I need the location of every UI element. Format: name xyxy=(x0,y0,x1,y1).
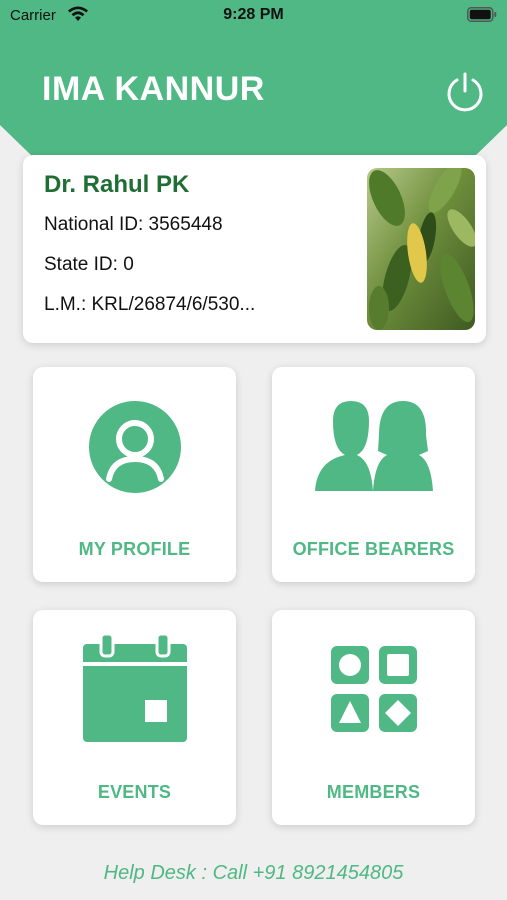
events-label: EVENTS xyxy=(97,782,172,802)
my-profile-tile[interactable]: MY PROFILE xyxy=(33,367,236,582)
calendar-icon xyxy=(82,632,187,742)
app-screen: Carrier 9:28 PM IMA KANNUR Dr. Rahul PK … xyxy=(0,0,507,900)
doctor-name: Dr. Rahul PK xyxy=(44,171,190,198)
national-id: National ID: 3565448 xyxy=(44,214,223,235)
people-icon xyxy=(314,401,433,491)
state-id: State ID: 0 xyxy=(44,254,134,275)
help-desk-link[interactable]: Help Desk : Call +91 8921454805 xyxy=(0,862,507,885)
office-bearers-tile[interactable]: OFFICE BEARERS xyxy=(272,367,475,582)
profile-card[interactable]: Dr. Rahul PK National ID: 3565448 State … xyxy=(23,155,486,343)
members-label: MEMBERS xyxy=(326,782,421,802)
status-bar: Carrier 9:28 PM xyxy=(0,0,507,32)
events-tile[interactable]: EVENTS xyxy=(33,610,236,825)
app-title: IMA KANNUR xyxy=(42,70,265,108)
power-icon xyxy=(447,72,483,112)
lm-number: L.M.: KRL/26874/6/530... xyxy=(44,294,256,315)
profile-photo xyxy=(367,168,475,330)
shapes-grid-icon xyxy=(330,646,417,732)
status-time: 9:28 PM xyxy=(223,6,284,23)
office-bearers-label: OFFICE BEARERS xyxy=(292,539,455,559)
logout-button[interactable] xyxy=(443,70,487,114)
my-profile-label: MY PROFILE xyxy=(78,539,191,559)
battery-icon xyxy=(467,7,497,22)
user-avatar-icon xyxy=(88,401,181,493)
members-tile[interactable]: MEMBERS xyxy=(272,610,475,825)
